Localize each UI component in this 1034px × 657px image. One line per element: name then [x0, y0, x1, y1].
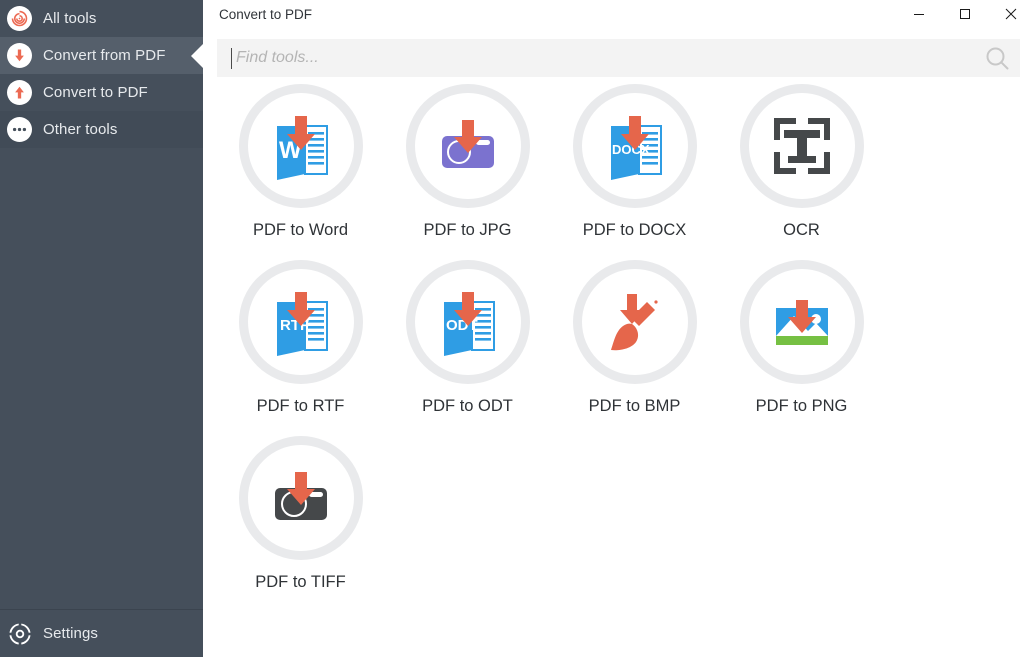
tool-pdf-to-rtf[interactable]: RTF PDF to RTF	[217, 260, 384, 436]
tool-pdf-to-docx[interactable]: DOCX PDF to DOCX	[551, 84, 718, 260]
pdf-to-bmp-icon	[599, 286, 671, 358]
tool-disc: W	[238, 84, 363, 208]
tool-pdf-to-word[interactable]: W PDF to Word	[217, 84, 384, 260]
tool-disc	[739, 84, 864, 208]
title-bar: Convert to PDF	[203, 0, 1034, 28]
tool-label: PDF to Word	[252, 221, 349, 239]
tool-pdf-to-tiff[interactable]: PDF to TIFF	[217, 436, 384, 612]
sidebar-item-convert-to-pdf[interactable]: Convert to PDF	[0, 74, 203, 111]
minimize-icon	[914, 14, 924, 15]
search-button[interactable]	[974, 45, 1020, 71]
window-title: Convert to PDF	[219, 6, 313, 22]
tool-pdf-to-png[interactable]: PDF to PNG	[718, 260, 885, 436]
sidebar-item-label: Settings	[43, 625, 98, 642]
pdf-to-png-icon	[766, 286, 838, 358]
maximize-button[interactable]	[942, 0, 988, 28]
tool-disc	[572, 260, 697, 384]
pdf-to-docx-icon: DOCX	[599, 110, 671, 182]
sidebar-nav: All tools Convert from PDF Convert to PD…	[0, 0, 204, 148]
maximize-icon	[960, 9, 970, 19]
window-controls	[896, 0, 1034, 28]
tool-disc	[739, 260, 864, 384]
sidebar-item-all-tools[interactable]: All tools	[0, 0, 203, 37]
arrow-down-circle-icon	[7, 43, 32, 68]
search-icon	[986, 47, 1009, 70]
pdf-to-jpg-icon	[432, 110, 504, 182]
tool-label: PDF to ODT	[422, 397, 513, 415]
spiral-target-icon	[7, 6, 32, 31]
tool-label: PDF to TIFF	[255, 573, 346, 591]
ocr-icon	[766, 110, 838, 182]
sidebar: All tools Convert from PDF Convert to PD…	[0, 0, 204, 657]
tool-disc: DOCX	[572, 84, 697, 208]
tool-label: OCR	[783, 221, 820, 239]
sidebar-item-label: Other tools	[43, 121, 118, 138]
sidebar-item-label: All tools	[43, 10, 97, 27]
pdf-to-odt-icon: ODT	[432, 286, 504, 358]
arrow-up-circle-icon	[7, 80, 32, 105]
tool-label: PDF to JPG	[423, 221, 512, 239]
tool-pdf-to-bmp[interactable]: PDF to BMP	[551, 260, 718, 436]
close-icon	[1005, 8, 1017, 20]
pdf-to-word-icon: W	[265, 110, 337, 182]
tool-disc: ODT	[405, 260, 530, 384]
sidebar-item-settings[interactable]: Settings	[0, 610, 203, 657]
sidebar-footer: Settings	[0, 609, 203, 657]
sidebar-item-other-tools[interactable]: Other tools	[0, 111, 203, 148]
tool-pdf-to-jpg[interactable]: PDF to JPG	[384, 84, 551, 260]
tool-disc	[238, 436, 363, 560]
gear-icon	[7, 621, 32, 646]
main-content: Convert to PDF Find tools... W PDF to Wo…	[203, 0, 1034, 657]
tool-label: PDF to RTF	[256, 397, 345, 415]
tool-ocr[interactable]: OCR	[718, 84, 885, 260]
sidebar-item-label: Convert from PDF	[43, 47, 166, 64]
pdf-to-rtf-icon: RTF	[265, 286, 337, 358]
pdf-to-tiff-icon	[265, 462, 337, 534]
tool-label: PDF to BMP	[588, 397, 681, 415]
application-window: All tools Convert from PDF Convert to PD…	[0, 0, 1034, 657]
ellipsis-circle-icon	[7, 117, 32, 142]
tool-disc	[405, 84, 530, 208]
search-input[interactable]	[232, 40, 974, 76]
sidebar-item-convert-from-pdf[interactable]: Convert from PDF	[0, 37, 204, 74]
tool-pdf-to-odt[interactable]: ODT PDF to ODT	[384, 260, 551, 436]
tool-grid: W PDF to Word PDF to JPG DOCX PDF to DOC…	[203, 84, 1034, 612]
close-button[interactable]	[988, 0, 1034, 28]
search-bar[interactable]	[217, 39, 1020, 77]
minimize-button[interactable]	[896, 0, 942, 28]
sidebar-spacer	[0, 148, 203, 609]
tool-label: PDF to DOCX	[582, 221, 687, 239]
tool-label: PDF to PNG	[755, 397, 848, 415]
sidebar-item-label: Convert to PDF	[43, 84, 148, 101]
tool-disc: RTF	[238, 260, 363, 384]
